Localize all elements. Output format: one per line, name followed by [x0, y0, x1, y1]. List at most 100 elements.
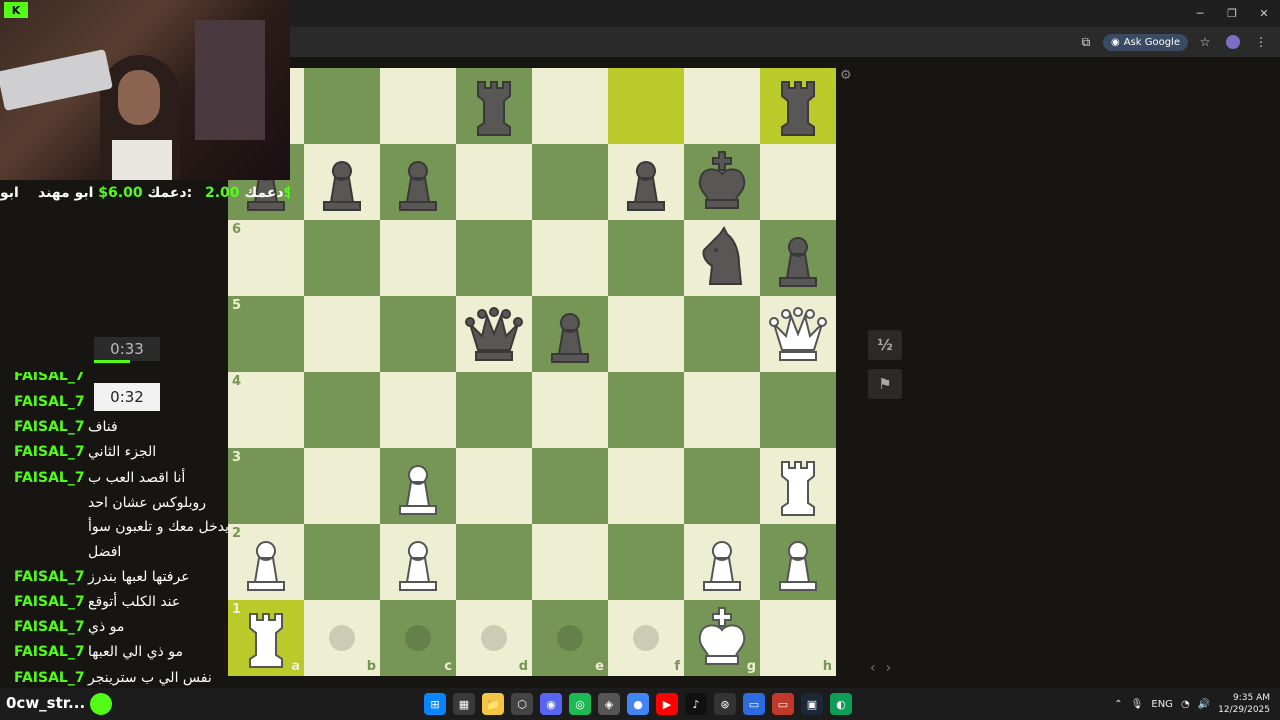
taskbar-app-icon[interactable]: ◈: [598, 693, 620, 715]
square-g2[interactable]: [684, 524, 760, 600]
prev-move-icon[interactable]: ‹: [870, 660, 876, 676]
chat-username[interactable]: FAISAL_7: [14, 644, 85, 660]
chat-username[interactable]: FAISAL_7: [14, 670, 85, 686]
square-d4[interactable]: [456, 372, 532, 448]
chat-username[interactable]: FAISAL_7: [14, 394, 85, 410]
chess-board[interactable]: 654321abcdefgh: [228, 68, 836, 676]
white-pawn-icon[interactable]: [684, 524, 760, 600]
square-e2[interactable]: [532, 524, 608, 600]
black-king-icon[interactable]: [684, 144, 760, 220]
square-b6[interactable]: [304, 220, 380, 296]
square-d3[interactable]: [456, 448, 532, 524]
bookmark-star-icon[interactable]: ☆: [1194, 31, 1216, 53]
settings-gear-icon[interactable]: ⚙: [840, 68, 852, 83]
square-h8[interactable]: [760, 68, 836, 144]
square-e6[interactable]: [532, 220, 608, 296]
taskbar-app-icon[interactable]: ⊛: [714, 693, 736, 715]
white-queen-icon[interactable]: [760, 296, 836, 372]
square-e5[interactable]: [532, 296, 608, 372]
alien-icon[interactable]: [90, 693, 112, 715]
black-pawn-icon[interactable]: [380, 144, 456, 220]
square-b3[interactable]: [304, 448, 380, 524]
taskbar-app-icon[interactable]: ◐: [830, 693, 852, 715]
square-d1[interactable]: d: [456, 600, 532, 676]
move-hint-dot[interactable]: [329, 625, 355, 651]
square-c7[interactable]: [380, 144, 456, 220]
taskbar-app-icon[interactable]: ⊞: [424, 693, 446, 715]
chat-username[interactable]: FAISAL_7: [14, 619, 85, 635]
wifi-icon[interactable]: ◔: [1181, 699, 1190, 710]
taskbar-app-icon[interactable]: ▭: [772, 693, 794, 715]
taskbar-app-icon[interactable]: ◎: [569, 693, 591, 715]
black-pawn-icon[interactable]: [304, 144, 380, 220]
address-bar[interactable]: [300, 31, 1080, 53]
taskbar-app-icon[interactable]: 📁: [482, 693, 504, 715]
square-d8[interactable]: [456, 68, 532, 144]
white-pawn-icon[interactable]: [760, 524, 836, 600]
taskbar-app-icon[interactable]: ▶: [656, 693, 678, 715]
volume-icon[interactable]: 🔊: [1198, 699, 1210, 710]
square-g1[interactable]: g: [684, 600, 760, 676]
offer-draw-button[interactable]: ½: [868, 330, 902, 360]
square-g7[interactable]: [684, 144, 760, 220]
black-pawn-icon[interactable]: [608, 144, 684, 220]
square-h7[interactable]: [760, 144, 836, 220]
square-a6[interactable]: 6: [228, 220, 304, 296]
square-a3[interactable]: 3: [228, 448, 304, 524]
square-b5[interactable]: [304, 296, 380, 372]
square-h1[interactable]: h: [760, 600, 836, 676]
square-a4[interactable]: 4: [228, 372, 304, 448]
square-e8[interactable]: [532, 68, 608, 144]
white-pawn-icon[interactable]: [380, 448, 456, 524]
square-g6[interactable]: [684, 220, 760, 296]
square-b1[interactable]: b: [304, 600, 380, 676]
square-d2[interactable]: [456, 524, 532, 600]
square-f7[interactable]: [608, 144, 684, 220]
taskbar-app-icon[interactable]: ▣: [801, 693, 823, 715]
black-knight-icon[interactable]: [684, 220, 760, 296]
square-f2[interactable]: [608, 524, 684, 600]
square-g3[interactable]: [684, 448, 760, 524]
square-f1[interactable]: f: [608, 600, 684, 676]
chat-username[interactable]: FAISAL_7: [14, 470, 85, 486]
square-c4[interactable]: [380, 372, 456, 448]
microphone-icon[interactable]: 🎙: [1131, 699, 1144, 710]
move-hint-dot[interactable]: [405, 625, 431, 651]
square-d5[interactable]: [456, 296, 532, 372]
square-f3[interactable]: [608, 448, 684, 524]
taskbar-app-icon[interactable]: ◉: [540, 693, 562, 715]
tray-overflow-icon[interactable]: ⌃: [1114, 699, 1122, 710]
square-d6[interactable]: [456, 220, 532, 296]
profile-avatar[interactable]: [1222, 31, 1244, 53]
square-a5[interactable]: 5: [228, 296, 304, 372]
square-c1[interactable]: c: [380, 600, 456, 676]
white-rook-icon[interactable]: [760, 448, 836, 524]
move-hint-dot[interactable]: [633, 625, 659, 651]
cast-icon[interactable]: ⧉: [1075, 31, 1097, 53]
taskbar-app-icon[interactable]: ⬡: [511, 693, 533, 715]
square-c3[interactable]: [380, 448, 456, 524]
square-b2[interactable]: [304, 524, 380, 600]
maximize-button[interactable]: ❐: [1216, 0, 1248, 27]
minimize-button[interactable]: ─: [1184, 0, 1216, 27]
black-pawn-icon[interactable]: [532, 296, 608, 372]
square-e1[interactable]: e: [532, 600, 608, 676]
square-c5[interactable]: [380, 296, 456, 372]
stream-window-title[interactable]: 0cw_str...: [6, 694, 85, 712]
square-e3[interactable]: [532, 448, 608, 524]
square-h2[interactable]: [760, 524, 836, 600]
square-a2[interactable]: 2: [228, 524, 304, 600]
square-e7[interactable]: [532, 144, 608, 220]
board-grid[interactable]: 654321abcdefgh: [228, 68, 836, 676]
close-button[interactable]: ✕: [1248, 0, 1280, 27]
square-h6[interactable]: [760, 220, 836, 296]
black-pawn-icon[interactable]: [760, 220, 836, 296]
black-rook-icon[interactable]: [760, 68, 836, 144]
square-h4[interactable]: [760, 372, 836, 448]
clock[interactable]: 9:35 AM 12/29/2025: [1218, 692, 1270, 716]
square-c8[interactable]: [380, 68, 456, 144]
square-b8[interactable]: [304, 68, 380, 144]
chat-username[interactable]: FAISAL_7: [14, 594, 85, 610]
square-f8[interactable]: [608, 68, 684, 144]
language-indicator[interactable]: ENG: [1151, 699, 1173, 710]
